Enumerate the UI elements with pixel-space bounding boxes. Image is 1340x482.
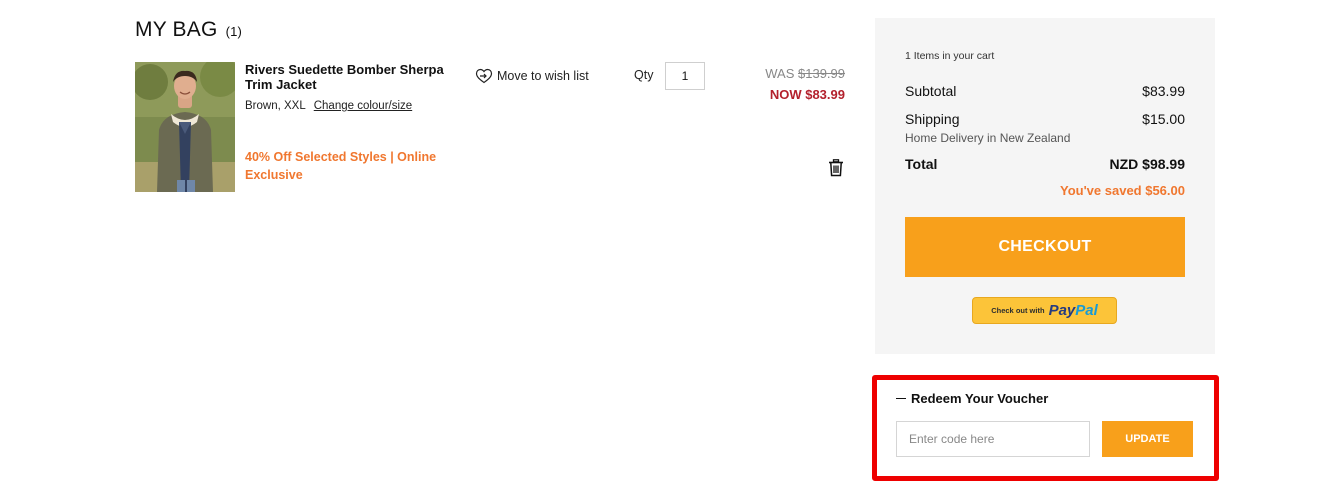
- promo-text: 40% Off Selected Styles | Online Exclusi…: [245, 150, 437, 182]
- paypal-prefix: Check out with: [991, 306, 1045, 315]
- order-summary: 1 Items in your cart Subtotal $83.99 Shi…: [875, 18, 1215, 354]
- paypal-logo: PayPal: [1049, 302, 1098, 319]
- voucher-code-input[interactable]: [896, 421, 1090, 457]
- change-colour-size-link[interactable]: Change colour/size: [314, 100, 412, 112]
- product-name[interactable]: Rivers Suedette Bomber Sherpa Trim Jacke…: [245, 62, 460, 92]
- product-image[interactable]: [135, 62, 235, 192]
- trash-icon: [829, 159, 843, 177]
- minus-icon: [896, 398, 906, 399]
- paypal-checkout-button[interactable]: Check out with PayPal: [972, 297, 1117, 324]
- was-label: WAS: [765, 66, 795, 81]
- remove-item-button[interactable]: [828, 159, 844, 182]
- subtotal-value: $83.99: [1142, 83, 1185, 99]
- voucher-toggle[interactable]: Redeem Your Voucher: [896, 391, 1048, 406]
- bag-title: MY BAG (1): [135, 18, 242, 42]
- quantity-input[interactable]: [665, 62, 705, 90]
- total-label: Total: [905, 156, 938, 172]
- voucher-title-text: Redeem Your Voucher: [911, 391, 1049, 406]
- voucher-update-button[interactable]: UPDATE: [1102, 421, 1193, 457]
- subtotal-label: Subtotal: [905, 83, 957, 99]
- savings-text: You've saved $56.00: [1060, 183, 1185, 198]
- variant-text: Brown, XXL: [245, 100, 306, 112]
- checkout-button[interactable]: CHECKOUT: [905, 217, 1185, 277]
- wishlist-label: Move to wish list: [497, 69, 589, 83]
- qty-label: Qty: [634, 68, 654, 82]
- paypal-logo-pal: Pal: [1075, 302, 1098, 319]
- was-price: $139.99: [798, 66, 845, 81]
- total-value: NZD $98.99: [1109, 156, 1185, 172]
- price-now: NOW $83.99: [769, 87, 845, 102]
- move-to-wishlist-button[interactable]: Move to wish list: [475, 68, 589, 84]
- shipping-label: Shipping: [905, 111, 960, 127]
- bag-item-count: (1): [225, 24, 243, 39]
- shipping-note: Home Delivery in New Zealand: [905, 131, 1071, 145]
- heart-arrow-icon: [475, 68, 493, 84]
- shipping-value: $15.00: [1142, 111, 1185, 127]
- voucher-section: Redeem Your Voucher UPDATE: [872, 375, 1219, 481]
- cart-items-count: 1 Items in your cart: [905, 50, 995, 62]
- price-was: WAS $139.99: [765, 66, 845, 81]
- product-variant: Brown, XXL Change colour/size: [245, 100, 412, 112]
- bag-title-text: MY BAG: [135, 18, 218, 41]
- product-photo: [135, 62, 235, 192]
- paypal-logo-pay: Pay: [1048, 302, 1076, 319]
